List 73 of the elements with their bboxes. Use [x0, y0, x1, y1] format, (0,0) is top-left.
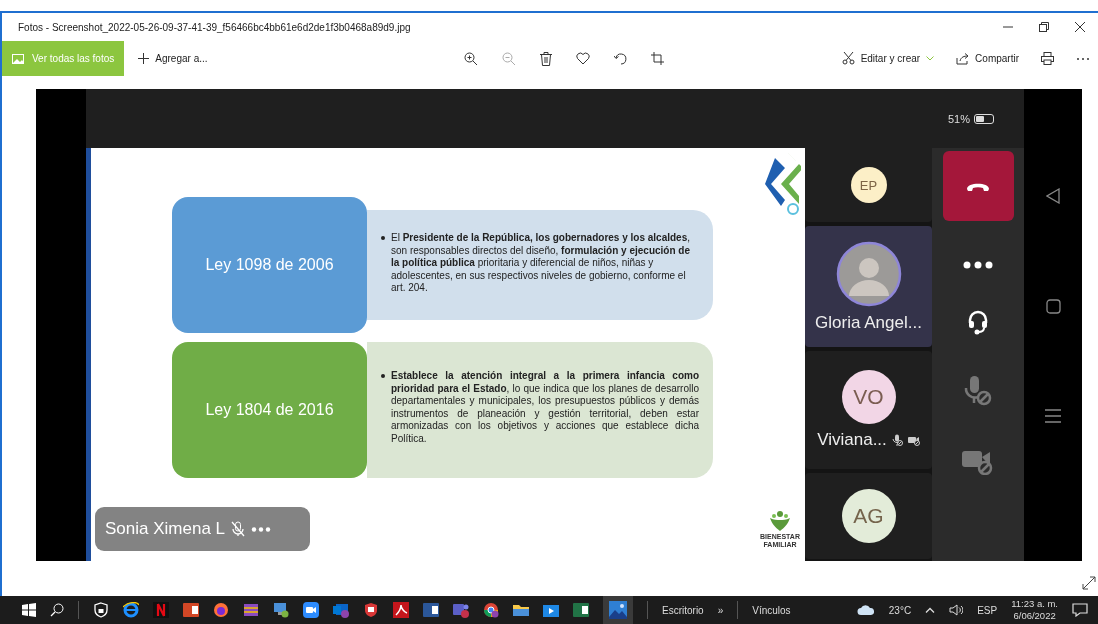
clock-date[interactable]: 6/06/2022: [1013, 610, 1056, 622]
avatar-initials: AG: [841, 489, 896, 543]
close-icon[interactable]: [1075, 22, 1085, 32]
camera-off-icon: [907, 434, 920, 446]
presentation-app-icon[interactable]: [183, 602, 199, 618]
spreadsheet-icon[interactable]: [573, 602, 589, 618]
bullet-icon: [381, 236, 385, 240]
participant-name: Gloria Angel...: [815, 312, 922, 333]
battery-icon: [974, 113, 994, 124]
input-language[interactable]: ESP: [977, 604, 998, 616]
edit-and-create-button[interactable]: Editar y crear: [841, 52, 935, 65]
scissors-icon: [841, 52, 855, 65]
back-icon[interactable]: [1046, 187, 1060, 204]
avatar-initials: VO: [841, 370, 896, 424]
expand-icon[interactable]: [1082, 576, 1096, 590]
media-player-icon[interactable]: [543, 602, 559, 618]
pdf-app-icon[interactable]: [393, 602, 409, 618]
search-icon[interactable]: [50, 603, 64, 617]
notifications-icon[interactable]: [1072, 603, 1088, 617]
law-description: Establece la atención integral a la primera infancia como prioridad para el Estado, lo que indica que los planes de desarrollo departamentales y municipales, los presupuestos públicos y demás instrumentos de planeación y gestión territorial, deben estar armonizadas con los objetivos y acciones que establece dicha Política.: [391, 370, 699, 445]
add-to-button[interactable]: Agregar a...: [132, 52, 214, 65]
speaker-icon[interactable]: [949, 604, 964, 616]
avatar-placeholder-icon: [835, 240, 902, 307]
family-logo-icon: [768, 510, 792, 532]
temperature[interactable]: 23°C: [888, 604, 912, 616]
heart-icon[interactable]: [575, 51, 590, 65]
print-icon[interactable]: [1041, 52, 1054, 65]
headset-icon[interactable]: [967, 309, 989, 335]
share-button[interactable]: Compartir: [956, 52, 1019, 65]
mic-off-icon[interactable]: [964, 375, 992, 407]
restore-icon[interactable]: [1039, 22, 1049, 32]
crop-icon[interactable]: [650, 51, 664, 65]
bullet-icon: [381, 374, 385, 378]
shield-icon[interactable]: [93, 602, 109, 618]
streaming-app-icon[interactable]: [153, 602, 169, 618]
security-app-icon[interactable]: [363, 602, 379, 618]
plus-icon: [138, 53, 150, 64]
more-options-icon[interactable]: [963, 261, 993, 269]
participant-tile[interactable]: AG: [805, 473, 932, 559]
remote-desktop-icon[interactable]: [273, 602, 289, 618]
links-toolbar-label[interactable]: Vínculos: [752, 604, 791, 616]
picture-icon: [12, 53, 24, 64]
share-icon: [956, 52, 970, 65]
law-description: El Presidente de la República, los gobernadores y los alcaldes, son responsables directos del diseño, formulación y ejecución de la política pública prioritaria y diferencial de niños, niñas y adolescentes, en sus respectivos niveles de gobierno, conforme el art. 204.: [391, 232, 692, 295]
window-title: Fotos - Screenshot_2022-05-26-09-37-41-39_f56466bc4bb61e6d2de1f3b0468a89d9.jpg: [18, 21, 412, 33]
cloud-icon[interactable]: [856, 604, 875, 616]
video-call-icon[interactable]: [303, 602, 319, 618]
photos-app-icon[interactable]: [609, 601, 627, 619]
home-icon[interactable]: [1045, 298, 1061, 314]
clock-time[interactable]: 11:23 a. m.: [1011, 598, 1058, 610]
avatar-initials: EP: [850, 167, 887, 203]
chevron-up-icon[interactable]: [925, 607, 936, 613]
word-processor-icon[interactable]: [423, 602, 439, 618]
zoom-in-icon[interactable]: [463, 51, 478, 66]
law-title-box: Ley 1098 de 2006: [172, 197, 367, 333]
menu-icon[interactable]: [1045, 408, 1061, 423]
browser-icon[interactable]: [123, 602, 139, 618]
desktop-toolbar-label[interactable]: Escritorio: [662, 604, 704, 616]
toolbar-overflow-chevron[interactable]: »: [717, 604, 724, 616]
windows-icon[interactable]: [22, 603, 36, 617]
participant-tile[interactable]: Gloria Angel...: [805, 226, 932, 347]
folder-icon[interactable]: [513, 602, 529, 618]
delete-icon[interactable]: [539, 51, 552, 66]
presenter-name: Sonia Ximena L: [105, 519, 226, 539]
participant-tile[interactable]: VO Viviana...: [805, 351, 932, 469]
battery-percentage: 51%: [947, 112, 970, 125]
rotate-icon[interactable]: [613, 51, 627, 66]
chevron-down-icon: [926, 56, 935, 61]
participant-name: Viviana...: [817, 430, 887, 450]
participant-tile[interactable]: EP: [805, 148, 932, 222]
phone-icon: [966, 181, 990, 191]
law-title-box: Ley 1804 de 2016: [172, 342, 367, 478]
hang-up-button[interactable]: [942, 151, 1014, 221]
